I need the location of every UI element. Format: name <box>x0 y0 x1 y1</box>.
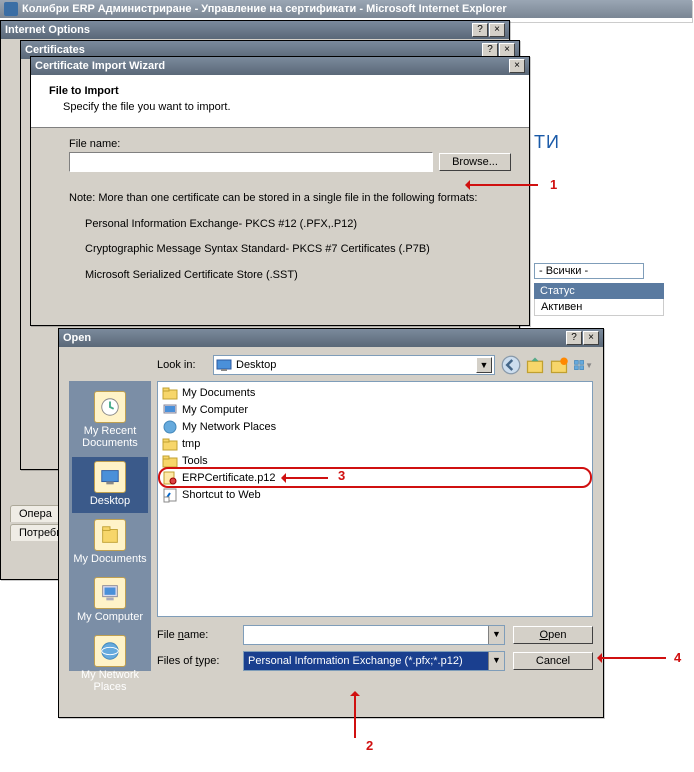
back-icon[interactable] <box>501 355 521 375</box>
list-item: My Network Places <box>160 418 590 435</box>
wizard-header: File to Import <box>49 85 511 97</box>
bg-status-value: Активен <box>534 299 664 316</box>
annotation-4: 4 <box>674 650 681 665</box>
note-intro: Note: More than one certificate can be s… <box>69 190 511 208</box>
computer-icon <box>162 402 178 418</box>
dropdown-icon[interactable]: ▼ <box>488 652 504 670</box>
bg-filter[interactable]: - Всички - <box>534 263 644 279</box>
list-item: Tools <box>160 452 590 469</box>
list-item: My Computer <box>160 401 590 418</box>
dropdown-icon[interactable]: ▼ <box>476 357 492 373</box>
close-button[interactable]: × <box>583 331 599 345</box>
wizard-subheader: Specify the file you want to import. <box>63 101 511 113</box>
list-item: My Documents <box>160 384 590 401</box>
note-item: Cryptographic Message Syntax Standard- P… <box>85 241 511 259</box>
folder-icon <box>162 436 178 452</box>
lookin-label: Look in: <box>157 359 207 371</box>
note-item: Microsoft Serialized Certificate Store (… <box>85 267 511 285</box>
open-title: Open <box>63 332 566 344</box>
close-button[interactable]: × <box>499 43 515 57</box>
annotation-3: 3 <box>338 468 345 483</box>
close-button[interactable]: × <box>509 59 525 73</box>
list-item: tmp <box>160 435 590 452</box>
lookin-combo[interactable]: Desktop ▼ <box>213 355 495 375</box>
folder-icon <box>162 385 178 401</box>
bg-status-header: Статус <box>534 283 664 299</box>
filename-label: File name: <box>69 138 511 150</box>
open-filename-input[interactable]: ▼ <box>243 625 505 645</box>
desktop-icon <box>216 357 232 373</box>
places-bar: My Recent Documents Desktop My Documents… <box>69 381 151 671</box>
up-icon[interactable] <box>525 355 545 375</box>
new-folder-icon[interactable] <box>549 355 569 375</box>
certificates-title: Certificates <box>25 44 482 56</box>
help-button[interactable]: ? <box>482 43 498 57</box>
annotation-arrow-1 <box>468 184 538 186</box>
note-item: Personal Information Exchange- PKCS #12 … <box>85 216 511 234</box>
list-item-selected: ERPCertificate.p12 <box>160 469 590 486</box>
browser-title: Колибри ERP Администриране - Управление … <box>22 3 688 15</box>
open-button[interactable]: Open <box>513 626 593 644</box>
wizard-header-area: File to Import Specify the file you want… <box>31 75 529 128</box>
close-button[interactable]: × <box>489 23 505 37</box>
place-computer[interactable]: My Computer <box>72 573 148 629</box>
browse-button[interactable]: Browse... <box>439 153 511 171</box>
filename-input[interactable] <box>69 152 433 172</box>
open-dialog: Open ? × Look in: Desktop ▼ ▼ My Recent … <box>58 328 604 718</box>
file-list[interactable]: My Documents My Computer My Network Plac… <box>157 381 593 617</box>
folder-icon <box>162 453 178 469</box>
internet-options-title: Internet Options <box>5 24 472 36</box>
help-button[interactable]: ? <box>472 23 488 37</box>
place-recent[interactable]: My Recent Documents <box>72 387 148 455</box>
annotation-arrow-3 <box>284 477 328 479</box>
place-network[interactable]: My Network Places <box>72 631 148 699</box>
help-button[interactable]: ? <box>566 331 582 345</box>
place-documents[interactable]: My Documents <box>72 515 148 571</box>
cancel-button[interactable]: Cancel <box>513 652 593 670</box>
open-filename-label: File name: <box>157 629 235 641</box>
annotation-arrow-2 <box>354 694 356 738</box>
ie-icon <box>4 2 18 16</box>
views-icon[interactable]: ▼ <box>573 355 593 375</box>
annotation-2: 2 <box>366 738 373 753</box>
tab-opera[interactable]: Опера <box>10 505 61 522</box>
cert-import-wizard: Certificate Import Wizard × File to Impo… <box>30 56 530 326</box>
open-filetype-label: Files of type: <box>157 655 235 667</box>
annotation-1: 1 <box>550 177 557 192</box>
wizard-title: Certificate Import Wizard <box>35 60 509 72</box>
background-panel: ТИ - Всички - Статус Активен <box>534 62 694 316</box>
bg-heading: ТИ <box>534 132 694 153</box>
list-item: Shortcut to Web <box>160 486 590 503</box>
network-icon <box>162 419 178 435</box>
dropdown-icon[interactable]: ▼ <box>488 626 504 644</box>
annotation-arrow-4 <box>600 657 666 659</box>
certificate-icon <box>162 470 178 486</box>
open-filetype-combo[interactable]: Personal Information Exchange (*.pfx;*.p… <box>243 651 505 671</box>
place-desktop[interactable]: Desktop <box>72 457 148 513</box>
shortcut-icon <box>162 487 178 503</box>
lookin-value: Desktop <box>232 359 476 371</box>
